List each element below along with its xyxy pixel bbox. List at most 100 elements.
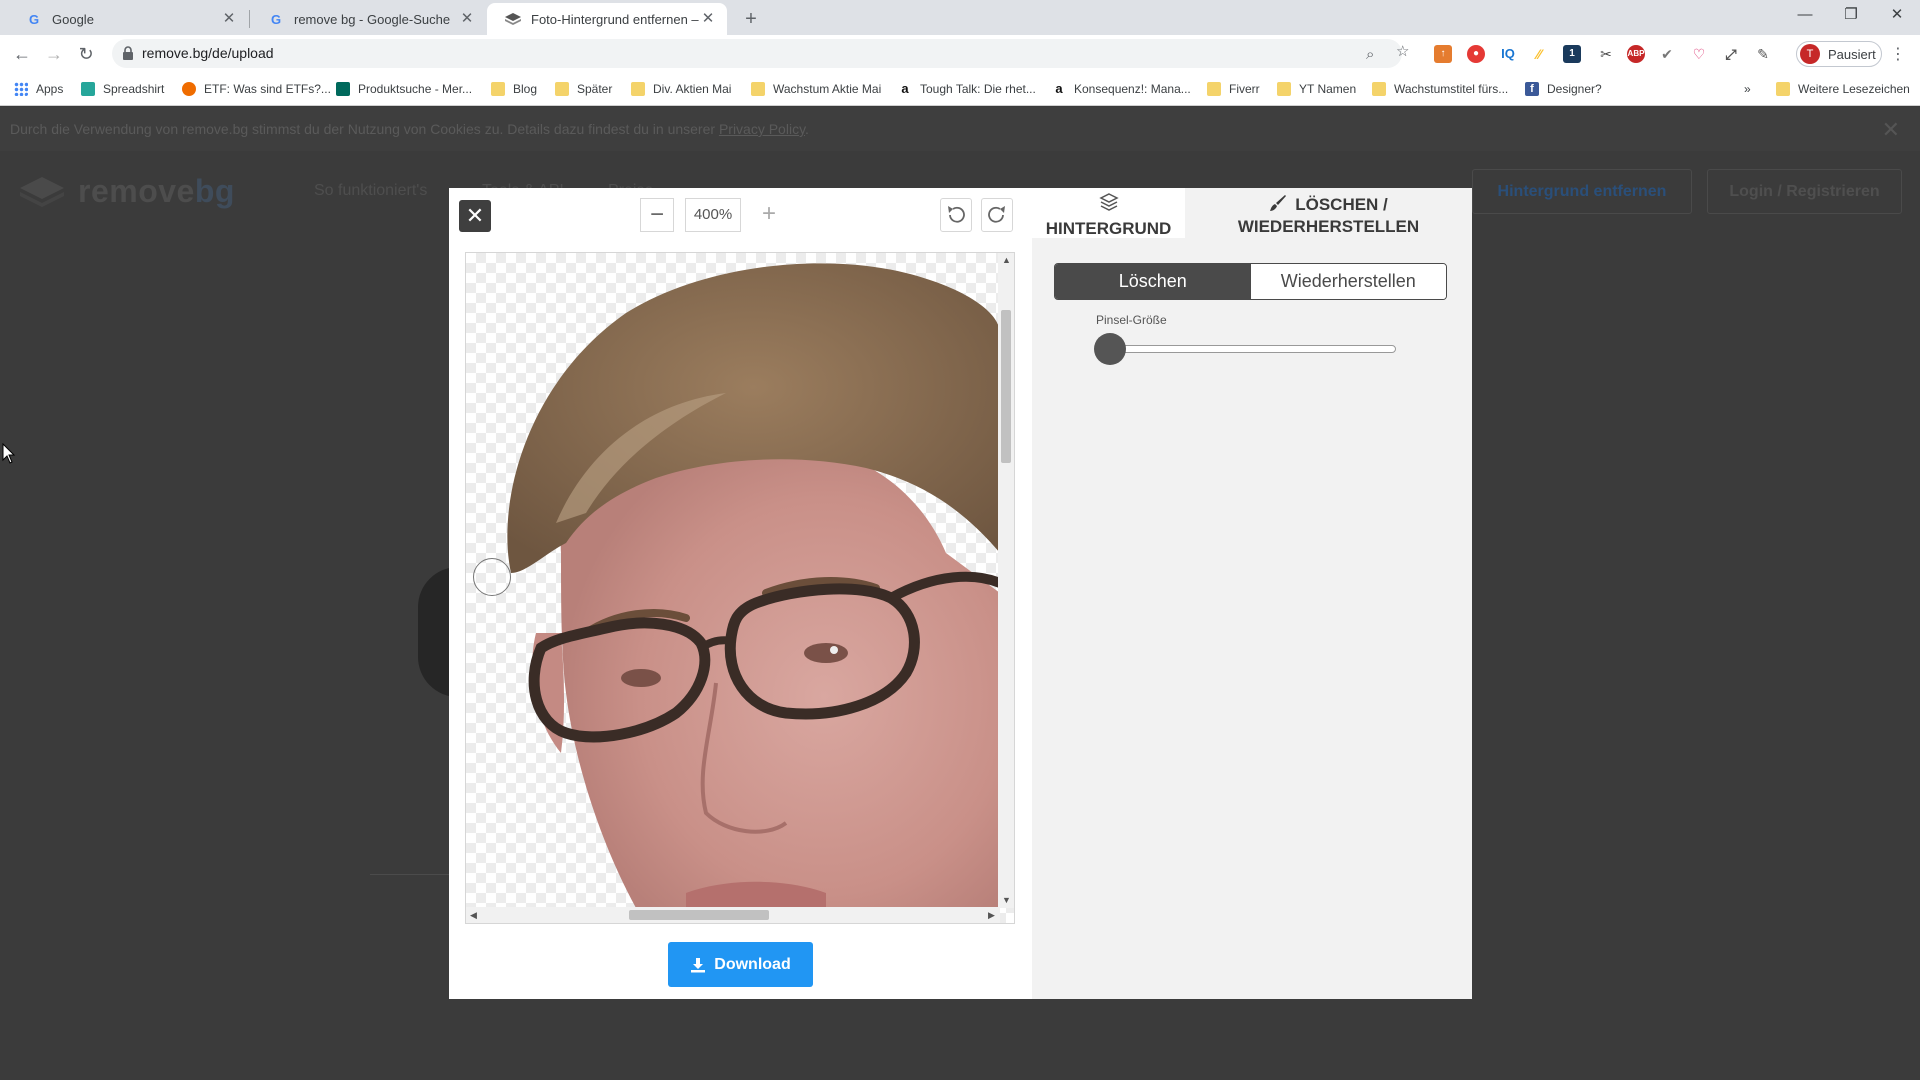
extension-iq-icon[interactable]: IQ — [1499, 45, 1517, 63]
restore-icon[interactable]: ❐ — [1828, 0, 1874, 32]
bookmark-blog[interactable]: Blog — [491, 80, 537, 98]
bookmark-spaeter[interactable]: Später — [555, 80, 612, 98]
bookmark-fiverr[interactable]: Fiverr — [1207, 80, 1260, 98]
bookmark-label: Apps — [36, 82, 64, 96]
logo-mark-icon — [20, 176, 64, 207]
extension-5-icon[interactable]: 1 — [1563, 45, 1581, 63]
scroll-up-icon[interactable]: ▲ — [1002, 255, 1011, 265]
tab-background[interactable]: HINTERGRUND — [1032, 188, 1185, 238]
extension-8-icon[interactable]: ✔ — [1658, 45, 1676, 63]
brush-size-slider[interactable] — [1096, 345, 1396, 353]
close-window-icon[interactable]: ✕ — [1874, 0, 1920, 32]
bookmark-konsequenz[interactable]: a Konsequenz!: Mana... — [1052, 80, 1190, 98]
bookmark-other[interactable]: Weitere Lesezeichen — [1776, 80, 1910, 98]
scroll-left-icon[interactable]: ◀ — [470, 910, 477, 921]
redo-button[interactable] — [981, 198, 1013, 232]
login-register-button[interactable]: Login / Registrieren — [1707, 169, 1902, 214]
bookmark-div-aktien[interactable]: Div. Aktien Mai — [631, 80, 731, 98]
bookmark-label: Wachstum Aktie Mai — [773, 82, 882, 96]
bookmark-label: ETF: Was sind ETFs?... — [204, 82, 331, 96]
address-bar[interactable]: remove.bg/de/upload ⌕ — [112, 39, 1402, 68]
bookmark-star-icon[interactable]: ☆ — [1396, 42, 1409, 60]
redo-icon — [988, 206, 1005, 223]
menu-icon[interactable]: ⋮ — [1890, 44, 1906, 64]
extension-10-icon[interactable]: ⤢ — [1722, 45, 1740, 63]
bookmark-label: YT Namen — [1299, 82, 1357, 96]
vertical-scrollbar[interactable]: ▲ ▼ — [998, 253, 1014, 908]
bookmarks-overflow-button[interactable]: » — [1744, 80, 1751, 98]
minimize-icon[interactable]: — — [1782, 0, 1828, 32]
brush-size-slider-handle[interactable] — [1094, 333, 1126, 365]
back-icon[interactable]: ← — [8, 40, 36, 68]
remove-background-button[interactable]: Hintergrund entfernen — [1472, 169, 1692, 214]
scroll-right-icon[interactable]: ▶ — [988, 910, 995, 921]
erase-mode-button[interactable]: Löschen — [1055, 264, 1251, 299]
cutout-photo — [507, 263, 1000, 908]
zoom-icon[interactable]: ⌕ — [1366, 46, 1374, 63]
merch-icon — [336, 82, 350, 96]
tab-title: remove bg - Google-Suche — [294, 11, 451, 27]
facebook-icon: f — [1525, 82, 1539, 96]
eyedropper-icon[interactable]: ✎ — [1754, 45, 1772, 63]
tab-erase-restore[interactable]: LÖSCHEN / WIEDERHERSTELLEN — [1185, 188, 1472, 238]
new-tab-button[interactable]: + — [738, 6, 764, 32]
folder-icon — [1207, 82, 1221, 96]
bookmark-wachstumstitel[interactable]: Wachstumstitel fürs... — [1372, 80, 1508, 98]
forward-icon[interactable]: → — [40, 40, 68, 68]
bookmark-etf[interactable]: ETF: Was sind ETFs?... — [182, 80, 331, 98]
restore-mode-button[interactable]: Wiederherstellen — [1250, 264, 1446, 299]
privacy-policy-link[interactable]: Privacy Policy — [719, 121, 805, 137]
browser-toolbar: ← → ↻ remove.bg/de/upload ⌕ ☆ ↑ ● IQ ⁄⁄ … — [0, 35, 1920, 72]
undo-button[interactable] — [940, 198, 972, 232]
undo-icon — [948, 206, 965, 223]
folder-icon — [1372, 82, 1386, 96]
download-label: Download — [714, 955, 791, 973]
extension-1-icon[interactable]: ↑ — [1434, 45, 1452, 63]
download-button[interactable]: Download — [668, 942, 813, 987]
extension-6-icon[interactable]: ✂ — [1597, 45, 1615, 63]
bookmark-produktsuche[interactable]: Produktsuche - Mer... — [336, 80, 472, 98]
vertical-scroll-thumb[interactable] — [1001, 310, 1011, 463]
bookmark-apps[interactable]: Apps — [14, 80, 63, 98]
close-editor-button[interactable]: ✕ — [459, 200, 491, 232]
bookmark-designer[interactable]: f Designer? — [1525, 80, 1602, 98]
tab-removebg-upload[interactable]: Foto-Hintergrund entfernen – re ✕ — [487, 3, 727, 35]
bookmark-label: Div. Aktien Mai — [653, 82, 732, 96]
profile-status: Pausiert — [1828, 46, 1876, 62]
extension-9-icon[interactable]: ♡ — [1690, 45, 1708, 63]
tab-strip: G Google ✕ G remove bg - Google-Suche ✕ … — [0, 0, 1920, 35]
tab-google[interactable]: G Google ✕ — [8, 3, 248, 35]
tab-background-label: HINTERGRUND — [1045, 219, 1172, 238]
extension-2-icon[interactable]: ● — [1467, 45, 1485, 63]
zoom-in-button[interactable]: + — [752, 198, 786, 232]
close-tab-icon[interactable]: ✕ — [220, 10, 238, 28]
profile-button[interactable]: T Pausiert — [1796, 41, 1882, 67]
tab-remove-bg-search[interactable]: G remove bg - Google-Suche ✕ — [250, 3, 486, 35]
nav-how-it-works[interactable]: So funktioniert's — [314, 182, 427, 200]
bookmark-yt-namen[interactable]: YT Namen — [1277, 80, 1356, 98]
bookmark-spreadshirt[interactable]: Spreadshirt — [81, 80, 164, 98]
logo-text-accent: bg — [194, 173, 235, 209]
tab-title: Google — [52, 11, 94, 27]
zoom-out-button[interactable]: − — [640, 198, 674, 232]
bookmark-tough-talk[interactable]: a Tough Talk: Die rhet... — [898, 80, 1036, 98]
extension-chart-icon[interactable]: ⁄⁄ — [1530, 45, 1548, 63]
bookmark-wachstum[interactable]: Wachstum Aktie Mai — [751, 80, 881, 98]
image-canvas[interactable]: ▲ ▼ ◀ ▶ — [465, 252, 1015, 924]
bookmark-label: Produktsuche - Mer... — [358, 82, 473, 96]
reload-icon[interactable]: ↻ — [72, 40, 100, 68]
brush-cursor — [473, 558, 511, 596]
close-icon[interactable]: ✕ — [1882, 117, 1900, 143]
close-tab-icon[interactable]: ✕ — [699, 10, 717, 28]
cookie-banner: Durch die Verwendung von remove.bg stimm… — [0, 107, 1920, 151]
bookmark-label: Tough Talk: Die rhet... — [920, 82, 1036, 96]
scroll-down-icon[interactable]: ▼ — [1002, 895, 1011, 905]
horizontal-scrollbar[interactable]: ◀ ▶ — [466, 907, 1000, 923]
tab-erase-label-line1: LÖSCHEN / — [1295, 195, 1388, 214]
google-icon: G — [270, 11, 282, 27]
adblock-icon[interactable]: ABP — [1627, 45, 1645, 63]
close-tab-icon[interactable]: ✕ — [458, 10, 476, 28]
horizontal-scroll-thumb[interactable] — [629, 910, 769, 920]
folder-icon — [1277, 82, 1291, 96]
removebg-logo[interactable]: removebg — [20, 173, 235, 210]
